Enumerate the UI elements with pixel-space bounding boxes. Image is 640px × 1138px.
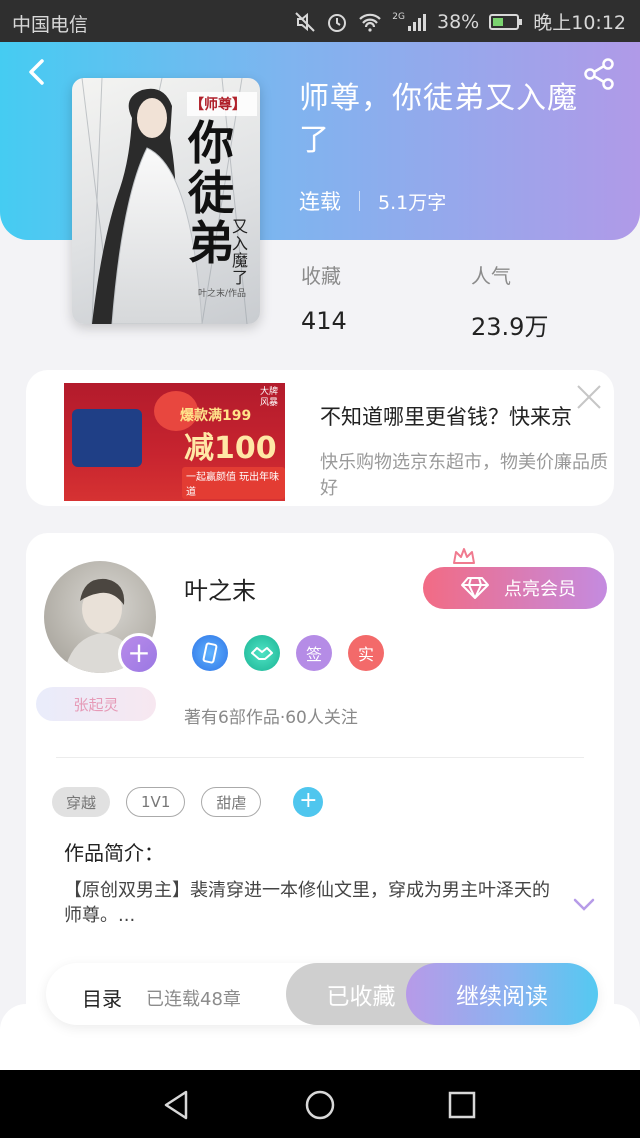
ad-banner-main: 减100 xyxy=(184,431,277,466)
book-meta: 连载 5.1万字 xyxy=(299,186,446,216)
battery-percent: 38% xyxy=(437,10,480,33)
network-type: 2G xyxy=(392,11,405,22)
alarm-icon xyxy=(328,13,347,32)
author-stats: 著有6部作品·60人关注 xyxy=(184,708,358,728)
battery-icon xyxy=(489,13,523,30)
mute-icon xyxy=(295,11,316,32)
stat-favorites: 收藏 414 xyxy=(301,260,347,335)
ad-gift-box xyxy=(72,409,142,467)
ad-title[interactable]: 不知道哪里更省钱？快来京 xyxy=(320,401,572,431)
ad-banner-top: 爆款满199 xyxy=(180,408,252,424)
nav-home-icon[interactable] xyxy=(303,1088,337,1122)
intro-label: 作品简介： xyxy=(64,841,164,865)
action-bar: 目录 已连载48章 已收藏 继续阅读 xyxy=(46,963,598,1025)
stat-label: 收藏 xyxy=(301,264,341,288)
stat-value: 414 xyxy=(301,307,347,335)
author-badges: 签 实 xyxy=(192,635,384,671)
divider xyxy=(56,757,584,758)
back-icon[interactable] xyxy=(22,56,54,88)
tag[interactable]: 1V1 xyxy=(126,787,186,817)
signal-icon xyxy=(408,13,426,31)
ad-card[interactable]: 爆款满199 减100 一起赢颜值 玩出年味道 大牌风暴 不知道哪里更省钱？快来… xyxy=(26,370,614,506)
book-title: 师尊，你徒弟又入魔了 xyxy=(299,81,578,158)
cover-title: 你 徒 弟 xyxy=(188,118,234,268)
ad-description: 快乐购物选京东超市，物美价廉品质好 xyxy=(320,452,608,499)
author-name[interactable]: 叶之末 xyxy=(184,571,256,606)
tag-list: 穿越 1V1 甜虐 + xyxy=(52,787,324,817)
cover-author-credit: 叶之末/作品 xyxy=(198,289,247,299)
stat-value: 23.9万 xyxy=(471,313,549,341)
book-status: 连载 xyxy=(299,190,341,214)
crown-icon xyxy=(453,548,475,564)
continue-reading-button[interactable]: 继续阅读 xyxy=(406,963,598,1025)
chevron-down-icon[interactable] xyxy=(572,895,596,913)
meta-divider xyxy=(359,191,360,211)
ad-banner-image[interactable]: 爆款满199 减100 一起赢颜值 玩出年味道 大牌风暴 xyxy=(64,383,285,501)
cover-title-char: 你 xyxy=(188,116,234,170)
status-icons: 2G 38% 晚上10:12 xyxy=(294,8,626,35)
cover-tag: 【师尊】 xyxy=(190,97,246,113)
ad-banner-sub: 一起赢颜值 玩出年味道 xyxy=(182,467,285,499)
vip-button[interactable]: 点亮会员 xyxy=(423,567,607,609)
book-cover[interactable]: 【师尊】 你 徒 弟 又入魔了 叶之末/作品 xyxy=(72,78,260,324)
ad-banner-corner: 大牌风暴 xyxy=(260,387,279,408)
close-icon[interactable] xyxy=(576,384,602,410)
tag[interactable]: 穿越 xyxy=(52,787,111,817)
handshake-icon[interactable] xyxy=(244,635,280,671)
system-nav-bar xyxy=(0,1070,640,1138)
vip-label: 点亮会员 xyxy=(504,579,576,600)
toc-button[interactable]: 目录 xyxy=(82,983,122,1012)
nav-back-icon[interactable] xyxy=(160,1088,194,1122)
carrier-label: 中国电信 xyxy=(12,14,89,36)
chapter-count[interactable]: 已连载48章 xyxy=(146,985,241,1011)
cover-subtitle: 又入魔了 xyxy=(232,217,249,287)
follow-author-button[interactable]: + xyxy=(118,633,160,675)
book-word-count: 5.1万字 xyxy=(378,191,447,214)
clock: 晚上10:12 xyxy=(533,12,626,34)
intro-text: 【原创双男主】裴清穿进一本修仙文里，穿成为男主叶泽天的师尊。... xyxy=(64,880,550,926)
cover-title-char: 徒 xyxy=(188,166,234,220)
signed-badge[interactable]: 签 xyxy=(296,635,332,671)
add-tag-button[interactable]: + xyxy=(293,787,324,817)
cover-title-char: 弟 xyxy=(188,216,234,270)
nav-recents-icon[interactable] xyxy=(445,1088,479,1122)
stat-label: 人气 xyxy=(471,264,511,288)
fan-label: 张起灵 xyxy=(36,687,156,721)
stat-popularity: 人气 23.9万 xyxy=(471,260,548,342)
verified-badge[interactable]: 实 xyxy=(348,635,384,671)
status-bar: 中国电信 2G 38% 晚上10:12 xyxy=(0,0,640,42)
wifi-icon xyxy=(359,13,382,32)
tag[interactable]: 甜虐 xyxy=(201,787,262,817)
diamond-icon xyxy=(461,577,489,599)
phone-icon[interactable] xyxy=(192,635,228,671)
